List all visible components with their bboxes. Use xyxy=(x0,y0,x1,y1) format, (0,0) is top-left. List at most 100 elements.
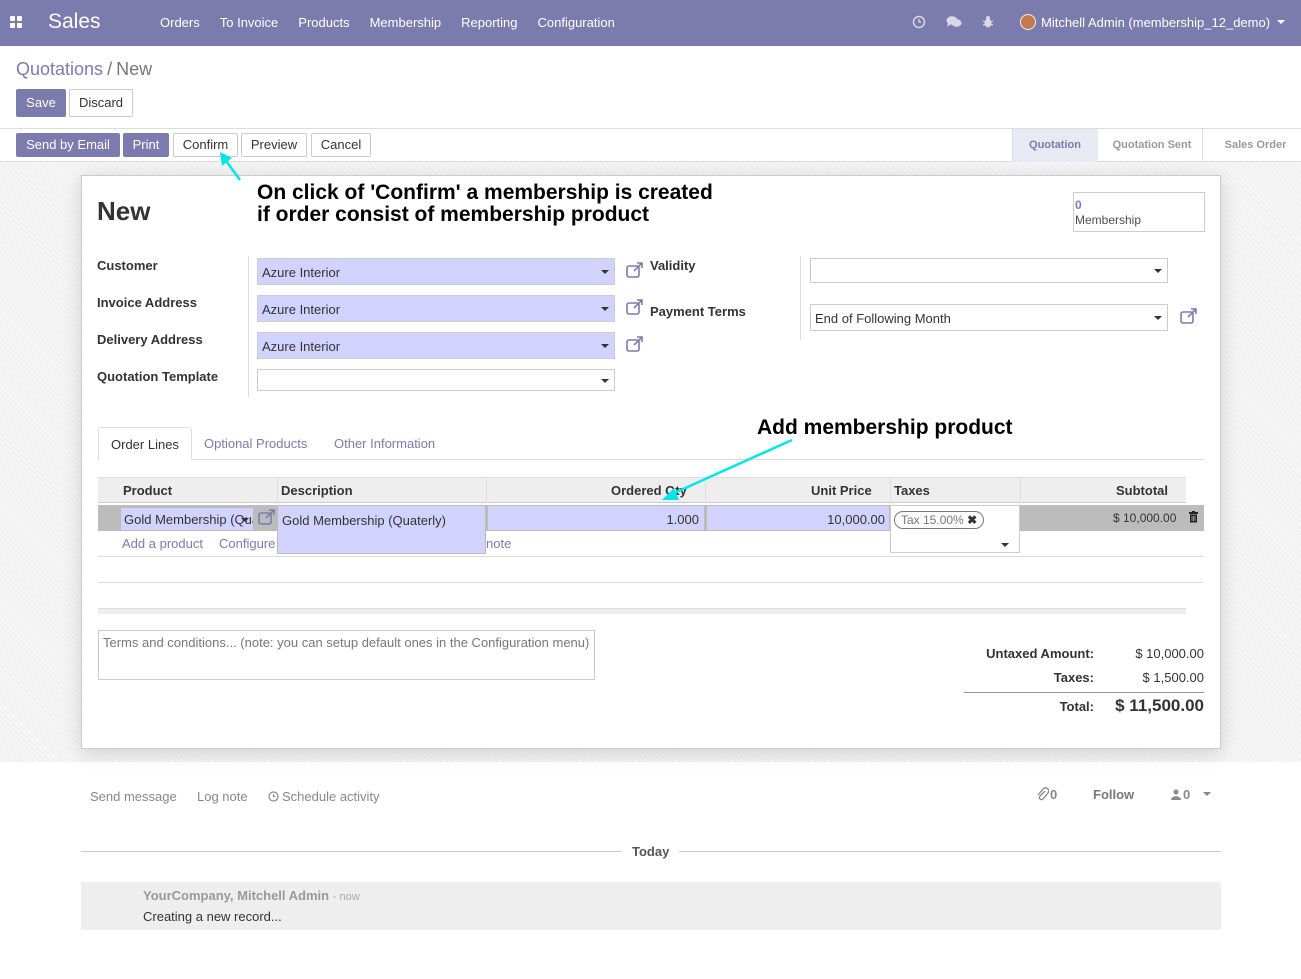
paperclip-icon[interactable] xyxy=(1037,787,1049,801)
remove-tag-icon[interactable]: ✖ xyxy=(967,513,977,527)
label-divider xyxy=(800,256,801,340)
external-link-icon[interactable] xyxy=(626,336,644,352)
message-body: Creating a new record... xyxy=(143,909,282,924)
send-by-email-button[interactable]: Send by Email xyxy=(16,133,120,157)
followers-count[interactable]: 0 xyxy=(1183,787,1190,802)
apps-menu-icon[interactable] xyxy=(10,16,22,28)
preview-button[interactable]: Preview xyxy=(241,133,307,157)
annotation-add-product: Add membership product xyxy=(757,416,1013,439)
user-caret-icon[interactable] xyxy=(1277,20,1285,24)
product-input[interactable]: Gold Membership (Quaterly) xyxy=(120,507,254,531)
ordered-qty-input[interactable]: 1.000 xyxy=(487,505,705,531)
menu-membership[interactable]: Membership xyxy=(360,0,452,46)
annotation-confirm-line1: On click of 'Confirm' a membership is cr… xyxy=(257,181,713,204)
caret-down-icon xyxy=(1001,543,1009,547)
external-link-icon[interactable] xyxy=(626,299,644,315)
menu-to-invoice[interactable]: To Invoice xyxy=(210,0,289,46)
customer-value: Azure Interior xyxy=(262,265,341,280)
menu-orders[interactable]: Orders xyxy=(150,0,210,46)
trash-icon[interactable] xyxy=(1188,511,1199,523)
external-link-icon[interactable] xyxy=(626,262,644,278)
menu-reporting[interactable]: Reporting xyxy=(451,0,527,46)
row-divider xyxy=(98,582,1204,583)
subtotal-value: $ 10,000.00 xyxy=(1113,511,1177,525)
clock-icon[interactable] xyxy=(912,15,926,29)
validity-field[interactable] xyxy=(810,258,1168,283)
row-divider xyxy=(98,556,1204,557)
external-link-icon[interactable] xyxy=(258,509,276,525)
tab-optional-products[interactable]: Optional Products xyxy=(192,427,319,460)
column-divider xyxy=(486,478,487,503)
caret-down-icon[interactable] xyxy=(241,518,249,522)
send-message-button[interactable]: Send message xyxy=(90,789,177,804)
caret-down-icon xyxy=(601,307,609,311)
followers-caret-icon[interactable] xyxy=(1203,792,1211,796)
save-button[interactable]: Save xyxy=(16,89,66,117)
label-divider xyxy=(248,256,249,397)
schedule-activity-button[interactable]: Schedule activity xyxy=(282,789,380,804)
column-divider xyxy=(277,478,278,503)
product-value: Gold Membership (Quaterly) xyxy=(124,512,253,527)
attachments-count[interactable]: 0 xyxy=(1050,787,1057,802)
date-divider xyxy=(679,851,1221,852)
message-author: YourCompany, Mitchell Admin - now xyxy=(143,888,360,903)
cancel-button[interactable]: Cancel xyxy=(311,133,371,157)
app-brand[interactable]: Sales xyxy=(48,10,101,34)
tab-other-information[interactable]: Other Information xyxy=(322,427,447,460)
quotation-template-field[interactable] xyxy=(257,369,615,391)
header-subtotal[interactable]: Subtotal xyxy=(1116,478,1168,503)
membership-smart-button[interactable]: 0 Membership xyxy=(1073,192,1205,232)
discard-button[interactable]: Discard xyxy=(69,89,133,117)
breadcrumb-separator: / xyxy=(107,59,113,79)
stage-sales-order[interactable]: Sales Order xyxy=(1210,129,1301,162)
user-menu[interactable]: Mitchell Admin (membership_12_demo) xyxy=(1041,15,1270,30)
customer-field[interactable]: Azure Interior xyxy=(257,258,615,285)
validity-label: Validity xyxy=(650,258,696,273)
payment-terms-field[interactable]: End of Following Month xyxy=(810,304,1168,331)
header-ordered-qty[interactable]: Ordered Qty xyxy=(611,478,687,503)
follow-button[interactable]: Follow xyxy=(1093,787,1134,802)
totals-divider xyxy=(964,692,1204,693)
table-footer xyxy=(98,608,1186,614)
add-note-link[interactable]: note xyxy=(486,536,511,551)
user-avatar[interactable] xyxy=(1020,14,1036,30)
stage-divider xyxy=(1012,129,1013,162)
delivery-address-field[interactable]: Azure Interior xyxy=(257,332,615,359)
header-taxes[interactable]: Taxes xyxy=(894,478,930,503)
external-link-icon[interactable] xyxy=(1180,308,1198,324)
untaxed-amount-value: $ 10,000.00 xyxy=(1135,646,1204,661)
tab-order-lines[interactable]: Order Lines xyxy=(98,427,192,460)
stage-quotation[interactable]: Quotation xyxy=(1012,129,1098,162)
ordered-qty-value: 1.000 xyxy=(666,512,699,527)
debug-bug-icon[interactable] xyxy=(981,15,995,29)
description-input[interactable]: Gold Membership (Quaterly) xyxy=(277,505,486,554)
unit-price-input[interactable]: 10,000.00 xyxy=(706,505,890,531)
log-note-button[interactable]: Log note xyxy=(197,789,248,804)
header-unit-price[interactable]: Unit Price xyxy=(811,478,872,503)
message-date: - now xyxy=(332,891,360,903)
invoice-address-label: Invoice Address xyxy=(97,295,197,310)
menu-configuration[interactable]: Configuration xyxy=(528,0,625,46)
stage-quotation-sent[interactable]: Quotation Sent xyxy=(1100,129,1204,162)
user-icon[interactable] xyxy=(1171,789,1181,800)
confirm-button[interactable]: Confirm xyxy=(173,133,238,157)
breadcrumb: Quotations / New xyxy=(16,59,152,80)
invoice-address-field[interactable]: Azure Interior xyxy=(257,295,615,322)
order-lines-header: Product Description Ordered Qty Unit Pri… xyxy=(98,477,1186,503)
annotation-confirm-line2: if order consist of membership product xyxy=(257,203,650,226)
column-divider xyxy=(705,478,706,503)
print-button[interactable]: Print xyxy=(123,133,169,157)
payment-terms-label: Payment Terms xyxy=(650,304,746,319)
chat-icon[interactable] xyxy=(946,15,962,29)
breadcrumb-quotations[interactable]: Quotations xyxy=(16,59,103,79)
stage-divider xyxy=(1202,129,1203,162)
header-description[interactable]: Description xyxy=(281,478,353,503)
header-product[interactable]: Product xyxy=(123,478,172,503)
menu-products[interactable]: Products xyxy=(288,0,359,46)
description-value: Gold Membership (Quaterly) xyxy=(282,513,446,528)
caret-down-icon xyxy=(601,379,609,383)
terms-conditions-textarea[interactable]: Terms and conditions... (note: you can s… xyxy=(98,630,595,680)
configure-link[interactable]: Configure xyxy=(219,536,275,551)
add-product-link[interactable]: Add a product xyxy=(122,536,203,551)
payment-terms-value: End of Following Month xyxy=(815,311,951,326)
